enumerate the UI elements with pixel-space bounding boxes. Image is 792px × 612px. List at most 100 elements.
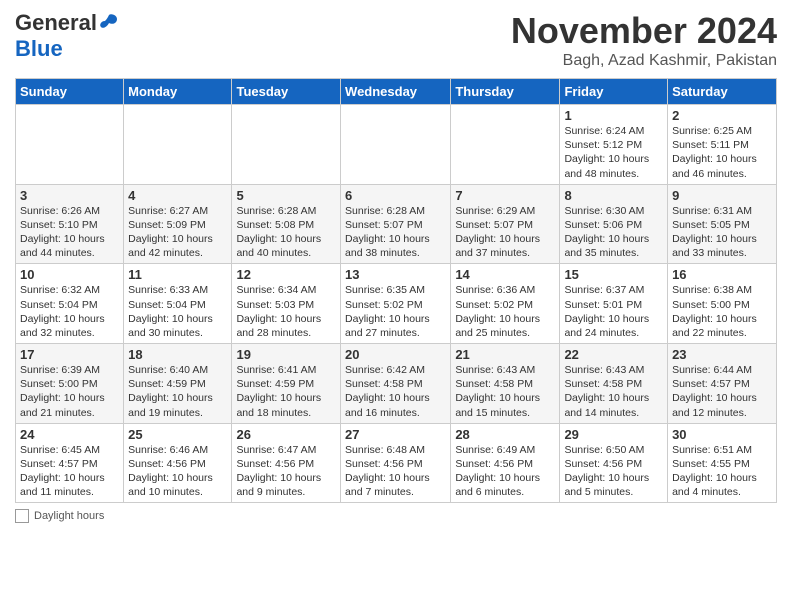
calendar-cell: 2Sunrise: 6:25 AMSunset: 5:11 PMDaylight…	[668, 105, 777, 185]
day-info: Sunrise: 6:31 AMSunset: 5:05 PMDaylight:…	[672, 204, 772, 261]
day-number: 23	[672, 347, 772, 362]
calendar-cell: 29Sunrise: 6:50 AMSunset: 4:56 PMDayligh…	[560, 423, 668, 503]
calendar-header-sunday: Sunday	[16, 79, 124, 105]
calendar-header-wednesday: Wednesday	[341, 79, 451, 105]
day-info: Sunrise: 6:36 AMSunset: 5:02 PMDaylight:…	[455, 283, 555, 340]
calendar-cell: 25Sunrise: 6:46 AMSunset: 4:56 PMDayligh…	[124, 423, 232, 503]
day-info: Sunrise: 6:50 AMSunset: 4:56 PMDaylight:…	[564, 443, 663, 500]
day-number: 22	[564, 347, 663, 362]
day-info: Sunrise: 6:51 AMSunset: 4:55 PMDaylight:…	[672, 443, 772, 500]
day-number: 29	[564, 427, 663, 442]
calendar-cell: 11Sunrise: 6:33 AMSunset: 5:04 PMDayligh…	[124, 264, 232, 344]
calendar-week-row: 3Sunrise: 6:26 AMSunset: 5:10 PMDaylight…	[16, 184, 777, 264]
calendar-cell	[232, 105, 341, 185]
day-number: 7	[455, 188, 555, 203]
footer: Daylight hours	[15, 509, 777, 523]
day-info: Sunrise: 6:32 AMSunset: 5:04 PMDaylight:…	[20, 283, 119, 340]
day-number: 10	[20, 267, 119, 282]
calendar-cell: 24Sunrise: 6:45 AMSunset: 4:57 PMDayligh…	[16, 423, 124, 503]
day-info: Sunrise: 6:28 AMSunset: 5:08 PMDaylight:…	[236, 204, 336, 261]
calendar-week-row: 10Sunrise: 6:32 AMSunset: 5:04 PMDayligh…	[16, 264, 777, 344]
day-number: 18	[128, 347, 227, 362]
day-info: Sunrise: 6:43 AMSunset: 4:58 PMDaylight:…	[455, 363, 555, 420]
calendar-cell: 5Sunrise: 6:28 AMSunset: 5:08 PMDaylight…	[232, 184, 341, 264]
calendar-cell: 15Sunrise: 6:37 AMSunset: 5:01 PMDayligh…	[560, 264, 668, 344]
calendar-header-row: SundayMondayTuesdayWednesdayThursdayFrid…	[16, 79, 777, 105]
location: Bagh, Azad Kashmir, Pakistan	[511, 52, 777, 70]
day-number: 15	[564, 267, 663, 282]
calendar-header-tuesday: Tuesday	[232, 79, 341, 105]
day-number: 17	[20, 347, 119, 362]
calendar-cell: 4Sunrise: 6:27 AMSunset: 5:09 PMDaylight…	[124, 184, 232, 264]
day-number: 30	[672, 427, 772, 442]
day-number: 1	[564, 108, 663, 123]
day-number: 9	[672, 188, 772, 203]
calendar-cell: 12Sunrise: 6:34 AMSunset: 5:03 PMDayligh…	[232, 264, 341, 344]
day-info: Sunrise: 6:46 AMSunset: 4:56 PMDaylight:…	[128, 443, 227, 500]
day-info: Sunrise: 6:27 AMSunset: 5:09 PMDaylight:…	[128, 204, 227, 261]
day-info: Sunrise: 6:45 AMSunset: 4:57 PMDaylight:…	[20, 443, 119, 500]
day-number: 28	[455, 427, 555, 442]
calendar-cell: 10Sunrise: 6:32 AMSunset: 5:04 PMDayligh…	[16, 264, 124, 344]
calendar-cell: 30Sunrise: 6:51 AMSunset: 4:55 PMDayligh…	[668, 423, 777, 503]
day-number: 25	[128, 427, 227, 442]
daylight-label: Daylight hours	[34, 510, 104, 522]
month-title: November 2024	[511, 10, 777, 52]
calendar-cell: 22Sunrise: 6:43 AMSunset: 4:58 PMDayligh…	[560, 344, 668, 424]
calendar-header-saturday: Saturday	[668, 79, 777, 105]
calendar-cell: 9Sunrise: 6:31 AMSunset: 5:05 PMDaylight…	[668, 184, 777, 264]
calendar-cell: 26Sunrise: 6:47 AMSunset: 4:56 PMDayligh…	[232, 423, 341, 503]
daylight-box	[15, 509, 29, 523]
day-info: Sunrise: 6:28 AMSunset: 5:07 PMDaylight:…	[345, 204, 446, 261]
day-number: 11	[128, 267, 227, 282]
day-number: 6	[345, 188, 446, 203]
header: General Blue November 2024 Bagh, Azad Ka…	[15, 10, 777, 70]
logo-bird-icon	[97, 13, 119, 33]
day-number: 8	[564, 188, 663, 203]
calendar-cell: 17Sunrise: 6:39 AMSunset: 5:00 PMDayligh…	[16, 344, 124, 424]
day-info: Sunrise: 6:40 AMSunset: 4:59 PMDaylight:…	[128, 363, 227, 420]
day-info: Sunrise: 6:37 AMSunset: 5:01 PMDaylight:…	[564, 283, 663, 340]
day-number: 24	[20, 427, 119, 442]
calendar-cell: 20Sunrise: 6:42 AMSunset: 4:58 PMDayligh…	[341, 344, 451, 424]
calendar-cell	[451, 105, 560, 185]
calendar-cell: 28Sunrise: 6:49 AMSunset: 4:56 PMDayligh…	[451, 423, 560, 503]
day-info: Sunrise: 6:41 AMSunset: 4:59 PMDaylight:…	[236, 363, 336, 420]
calendar-cell: 13Sunrise: 6:35 AMSunset: 5:02 PMDayligh…	[341, 264, 451, 344]
day-info: Sunrise: 6:34 AMSunset: 5:03 PMDaylight:…	[236, 283, 336, 340]
calendar-table: SundayMondayTuesdayWednesdayThursdayFrid…	[15, 78, 777, 503]
calendar-cell	[341, 105, 451, 185]
day-number: 27	[345, 427, 446, 442]
day-info: Sunrise: 6:44 AMSunset: 4:57 PMDaylight:…	[672, 363, 772, 420]
day-info: Sunrise: 6:30 AMSunset: 5:06 PMDaylight:…	[564, 204, 663, 261]
calendar-header-friday: Friday	[560, 79, 668, 105]
calendar-cell: 18Sunrise: 6:40 AMSunset: 4:59 PMDayligh…	[124, 344, 232, 424]
page-container: General Blue November 2024 Bagh, Azad Ka…	[0, 0, 792, 528]
calendar-week-row: 1Sunrise: 6:24 AMSunset: 5:12 PMDaylight…	[16, 105, 777, 185]
day-info: Sunrise: 6:24 AMSunset: 5:12 PMDaylight:…	[564, 124, 663, 181]
day-info: Sunrise: 6:43 AMSunset: 4:58 PMDaylight:…	[564, 363, 663, 420]
calendar-header-thursday: Thursday	[451, 79, 560, 105]
day-info: Sunrise: 6:29 AMSunset: 5:07 PMDaylight:…	[455, 204, 555, 261]
day-number: 13	[345, 267, 446, 282]
day-info: Sunrise: 6:38 AMSunset: 5:00 PMDaylight:…	[672, 283, 772, 340]
day-number: 26	[236, 427, 336, 442]
logo-general: General	[15, 10, 97, 36]
calendar-header-monday: Monday	[124, 79, 232, 105]
logo-blue: Blue	[15, 36, 63, 61]
calendar-cell: 7Sunrise: 6:29 AMSunset: 5:07 PMDaylight…	[451, 184, 560, 264]
calendar-cell: 1Sunrise: 6:24 AMSunset: 5:12 PMDaylight…	[560, 105, 668, 185]
calendar-cell	[124, 105, 232, 185]
day-info: Sunrise: 6:42 AMSunset: 4:58 PMDaylight:…	[345, 363, 446, 420]
day-number: 5	[236, 188, 336, 203]
day-info: Sunrise: 6:49 AMSunset: 4:56 PMDaylight:…	[455, 443, 555, 500]
day-number: 20	[345, 347, 446, 362]
day-info: Sunrise: 6:47 AMSunset: 4:56 PMDaylight:…	[236, 443, 336, 500]
day-number: 4	[128, 188, 227, 203]
day-info: Sunrise: 6:39 AMSunset: 5:00 PMDaylight:…	[20, 363, 119, 420]
day-info: Sunrise: 6:33 AMSunset: 5:04 PMDaylight:…	[128, 283, 227, 340]
calendar-cell: 23Sunrise: 6:44 AMSunset: 4:57 PMDayligh…	[668, 344, 777, 424]
day-number: 2	[672, 108, 772, 123]
calendar-cell: 16Sunrise: 6:38 AMSunset: 5:00 PMDayligh…	[668, 264, 777, 344]
day-info: Sunrise: 6:25 AMSunset: 5:11 PMDaylight:…	[672, 124, 772, 181]
